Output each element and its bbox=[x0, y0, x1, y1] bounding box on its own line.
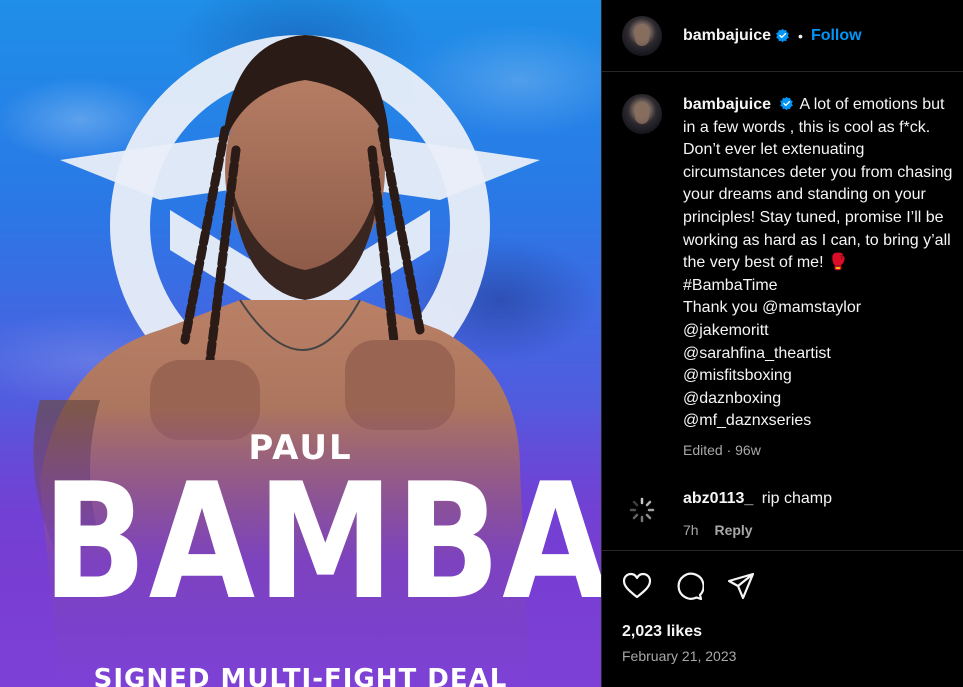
comment-username[interactable]: abz0113_ bbox=[683, 490, 753, 507]
avatar[interactable] bbox=[622, 15, 662, 56]
post-date: February 21, 2023 bbox=[622, 648, 737, 664]
separator-dot: • bbox=[798, 27, 803, 44]
caption-line: working as hard as I can, to bring y’all bbox=[683, 231, 951, 249]
image-tagline: SIGNED MULTI-FIGHT DEAL bbox=[93, 664, 508, 687]
caption-line: Don’t ever let extenuating bbox=[683, 141, 865, 159]
comment: abz0113_ rip champ 7h Reply bbox=[622, 490, 963, 538]
mention-link[interactable]: @jakemoritt bbox=[683, 320, 963, 343]
comment-time: 7h bbox=[683, 522, 699, 538]
caption-username[interactable]: bambajuice bbox=[683, 96, 771, 113]
loading-spinner-icon bbox=[629, 497, 655, 523]
post-side-panel: bambajuice • Follow bambajuice A lot of … bbox=[601, 0, 963, 687]
action-icons bbox=[622, 571, 756, 601]
verified-icon bbox=[780, 96, 794, 111]
reply-button[interactable]: Reply bbox=[714, 522, 752, 538]
caption-line: principles! Stay tuned, promise I’ll be bbox=[683, 208, 944, 226]
post-header: bambajuice • Follow bbox=[602, 0, 963, 72]
caption: bambajuice A lot of emotions but in a fe… bbox=[622, 94, 963, 462]
caption-line: Thank you @mamstaylor bbox=[683, 299, 862, 317]
comment-content: rip champ bbox=[761, 490, 832, 507]
comment-text: abz0113_ rip champ bbox=[683, 490, 832, 508]
comment-body: abz0113_ rip champ 7h Reply bbox=[683, 490, 832, 538]
verified-icon bbox=[776, 28, 789, 43]
author-username[interactable]: bambajuice bbox=[683, 27, 771, 45]
likes-count[interactable]: 2,023 likes bbox=[622, 623, 702, 641]
caption-edited-time: Edited · 96w bbox=[683, 441, 761, 458]
caption-line: in a few words , this is cool as f*ck. bbox=[683, 118, 931, 136]
caption-line: your dreams and standing on your bbox=[683, 186, 926, 204]
comment-meta: 7h Reply bbox=[683, 522, 832, 538]
share-icon[interactable] bbox=[726, 571, 756, 601]
mention-link[interactable]: @daznboxing bbox=[683, 388, 963, 411]
mention-link[interactable]: @mf_daznxseries bbox=[683, 410, 963, 433]
caption-line: circumstances deter you from chasing bbox=[683, 163, 953, 181]
fighter-last-name: BAMBA bbox=[42, 448, 601, 635]
mention-link[interactable]: @misfitsboxing bbox=[683, 365, 963, 388]
comment-icon[interactable] bbox=[674, 571, 704, 601]
heart-icon[interactable] bbox=[622, 571, 652, 601]
follow-button[interactable]: Follow bbox=[811, 27, 862, 45]
post-image[interactable]: PAUL BAMBA SIGNED MULTI-FIGHT DEAL bbox=[0, 0, 601, 687]
hashtag-link[interactable]: #BambaTime bbox=[683, 275, 963, 298]
post-actions: 2,023 likes February 21, 2023 bbox=[602, 550, 963, 687]
caption-avatar[interactable] bbox=[622, 94, 662, 134]
caption-line: the very best of me! 🥊 bbox=[683, 254, 848, 272]
caption-text: bambajuice A lot of emotions but in a fe… bbox=[683, 94, 963, 462]
mention-link[interactable]: @sarahfina_theartist bbox=[683, 343, 963, 366]
caption-line: bambajuice A lot of emotions but bbox=[683, 94, 963, 117]
caption-line-text: A lot of emotions but bbox=[799, 96, 945, 113]
